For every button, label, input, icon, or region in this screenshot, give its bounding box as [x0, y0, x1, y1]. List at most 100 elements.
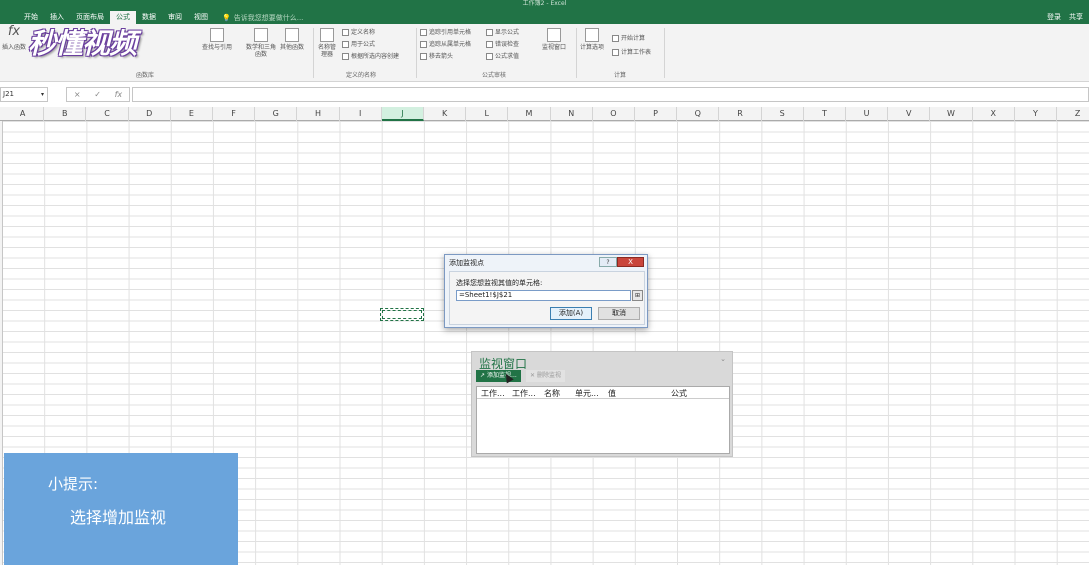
close-button[interactable]: X	[617, 257, 644, 267]
account-area: 登录 共享	[1047, 11, 1083, 24]
column-header-s[interactable]: S	[762, 107, 804, 121]
video-logo-watermark: 秒懂视频	[28, 27, 137, 60]
group-separator	[664, 28, 665, 78]
column-header-o[interactable]: O	[593, 107, 635, 121]
column-header-i[interactable]: I	[340, 107, 382, 121]
column-header-a[interactable]: A	[2, 107, 45, 121]
column-header-y[interactable]: Y	[1015, 107, 1057, 121]
name-box[interactable]: J21 ▾	[0, 87, 48, 102]
trace-dependents-label: 追踪从属单元格	[429, 41, 472, 48]
dialog-prompt: 选择您想监视其值的单元格:	[456, 279, 543, 287]
column-header-u[interactable]: U	[846, 107, 889, 121]
column-header-t[interactable]: T	[804, 107, 846, 121]
column-header-v[interactable]: V	[888, 107, 931, 121]
column-header-l[interactable]: L	[466, 107, 509, 121]
add-button[interactable]: 添加(A)	[550, 307, 592, 320]
column-header-m[interactable]: M	[508, 107, 551, 121]
column-header-h[interactable]: H	[297, 107, 340, 121]
cancel-button[interactable]: 取消	[598, 307, 640, 320]
trace-dependents-button[interactable]: 追踪从属单元格	[420, 40, 471, 49]
use-in-formula-button[interactable]: 用于公式	[342, 40, 375, 49]
evaluate-formula-button[interactable]: 公式求值	[486, 52, 519, 61]
math-trig-button[interactable]: 数学和三角函数	[246, 28, 276, 58]
tab-review[interactable]: 审阅	[162, 11, 188, 24]
insert-function-button[interactable]: fx 插入函数	[2, 24, 27, 51]
row-headers	[0, 121, 3, 565]
tab-file[interactable]	[0, 11, 18, 24]
enter-entry-icon[interactable]: ✓	[94, 90, 101, 99]
column-header-value[interactable]: 值	[608, 388, 616, 399]
tell-me-box[interactable]: 💡 告诉我您想要做什么...	[222, 13, 303, 23]
column-header-b[interactable]: B	[44, 107, 87, 121]
help-button[interactable]: ?	[599, 257, 617, 267]
cancel-entry-icon[interactable]: ×	[74, 90, 81, 99]
cell-reference-input[interactable]: =Sheet1!$J$21	[456, 290, 631, 301]
column-header-p[interactable]: P	[635, 107, 678, 121]
add-watch-icon: ↗	[480, 372, 486, 379]
remove-arrows-icon	[420, 53, 427, 60]
tab-view[interactable]: 视图	[188, 11, 214, 24]
share-button[interactable]: 共享	[1069, 11, 1083, 24]
tab-data[interactable]: 数据	[136, 11, 162, 24]
lookup-reference-button[interactable]: 查找与引用	[202, 28, 232, 51]
column-header-cell[interactable]: 单元...	[575, 388, 599, 399]
column-header-c[interactable]: C	[86, 107, 129, 121]
math-icon	[254, 28, 268, 42]
calculate-now-button[interactable]: 开始计算	[612, 34, 645, 43]
column-header-z[interactable]: Z	[1057, 107, 1089, 121]
selected-cell-j21[interactable]	[380, 308, 424, 321]
define-name-button[interactable]: 定义名称	[342, 28, 375, 37]
show-formulas-button[interactable]: 显示公式	[486, 28, 519, 37]
column-headers: ABCDEFGHIJKLMNOPQRSTUVWXYZ	[0, 107, 1089, 121]
add-watch-button[interactable]: ↗ 添加监视...	[476, 370, 521, 382]
watch-window: 监视窗口 ⌄ ↗ 添加监视... ✕ 删除监视 工作... 工作... 名称 单…	[471, 351, 733, 457]
column-header-book[interactable]: 工作...	[481, 388, 505, 399]
watch-window-label: 监视窗口	[542, 44, 567, 51]
calculation-options-icon	[585, 28, 599, 42]
more-functions-button[interactable]: 其他函数	[280, 28, 304, 51]
column-header-q[interactable]: Q	[677, 107, 720, 121]
calculate-sheet-button[interactable]: 计算工作表	[612, 48, 651, 57]
column-header-e[interactable]: E	[171, 107, 213, 121]
column-header-k[interactable]: K	[424, 107, 467, 121]
insert-function-label: 插入函数	[2, 44, 27, 51]
insert-function-icon[interactable]: fx	[115, 90, 123, 99]
column-header-d[interactable]: D	[129, 107, 171, 121]
calculation-options-button[interactable]: 计算选项	[580, 28, 604, 51]
group-label-formula-auditing: 公式审核	[482, 72, 507, 79]
delete-watch-icon: ✕	[530, 372, 536, 379]
column-header-r[interactable]: R	[719, 107, 762, 121]
watch-list[interactable]: 工作... 工作... 名称 单元... 值 公式	[476, 386, 730, 454]
add-watch-dialog: 添加监视点 ? X 选择您想监视其值的单元格: =Sheet1!$J$21 ⊞ …	[444, 254, 648, 328]
name-manager-button[interactable]: 名称管理器	[316, 28, 338, 58]
watch-window-button[interactable]: 监视窗口	[542, 28, 566, 51]
trace-precedents-button[interactable]: 追踪引用单元格	[420, 28, 471, 37]
delete-watch-button[interactable]: ✕ 删除监视	[526, 370, 566, 382]
column-header-w[interactable]: W	[930, 107, 973, 121]
chevron-down-icon[interactable]: ⌄	[720, 355, 726, 363]
delete-watch-label: 删除监视	[537, 372, 562, 379]
column-header-f[interactable]: F	[213, 107, 256, 121]
column-header-j[interactable]: J	[381, 107, 424, 121]
remove-arrows-button[interactable]: 移去箭头	[420, 52, 453, 61]
create-from-selection-button[interactable]: 根据所选内容创建	[342, 52, 399, 61]
dialog-body: 选择您想监视其值的单元格: =Sheet1!$J$21 ⊞ 添加(A) 取消	[449, 271, 645, 325]
tip-box: 小提示: 选择增加监视	[4, 453, 238, 565]
more-functions-icon	[285, 28, 299, 42]
fx-icon: fx	[7, 24, 21, 39]
column-header-n[interactable]: N	[551, 107, 593, 121]
use-in-formula-icon	[342, 41, 349, 48]
calculation-options-label: 计算选项	[580, 44, 605, 51]
column-header-g[interactable]: G	[255, 107, 298, 121]
login-link[interactable]: 登录	[1047, 11, 1061, 24]
column-header-name[interactable]: 名称	[544, 388, 560, 399]
more-functions-label: 其他函数	[280, 44, 305, 51]
column-header-x[interactable]: X	[973, 107, 1015, 121]
formula-input[interactable]	[132, 87, 1089, 102]
error-checking-button[interactable]: 错误检查	[486, 40, 519, 49]
column-header-sheet[interactable]: 工作...	[512, 388, 536, 399]
collapse-dialog-icon[interactable]: ⊞	[632, 290, 643, 301]
column-header-formula[interactable]: 公式	[671, 388, 687, 399]
chevron-down-icon[interactable]: ▾	[41, 88, 44, 101]
define-name-label: 定义名称	[351, 29, 376, 36]
